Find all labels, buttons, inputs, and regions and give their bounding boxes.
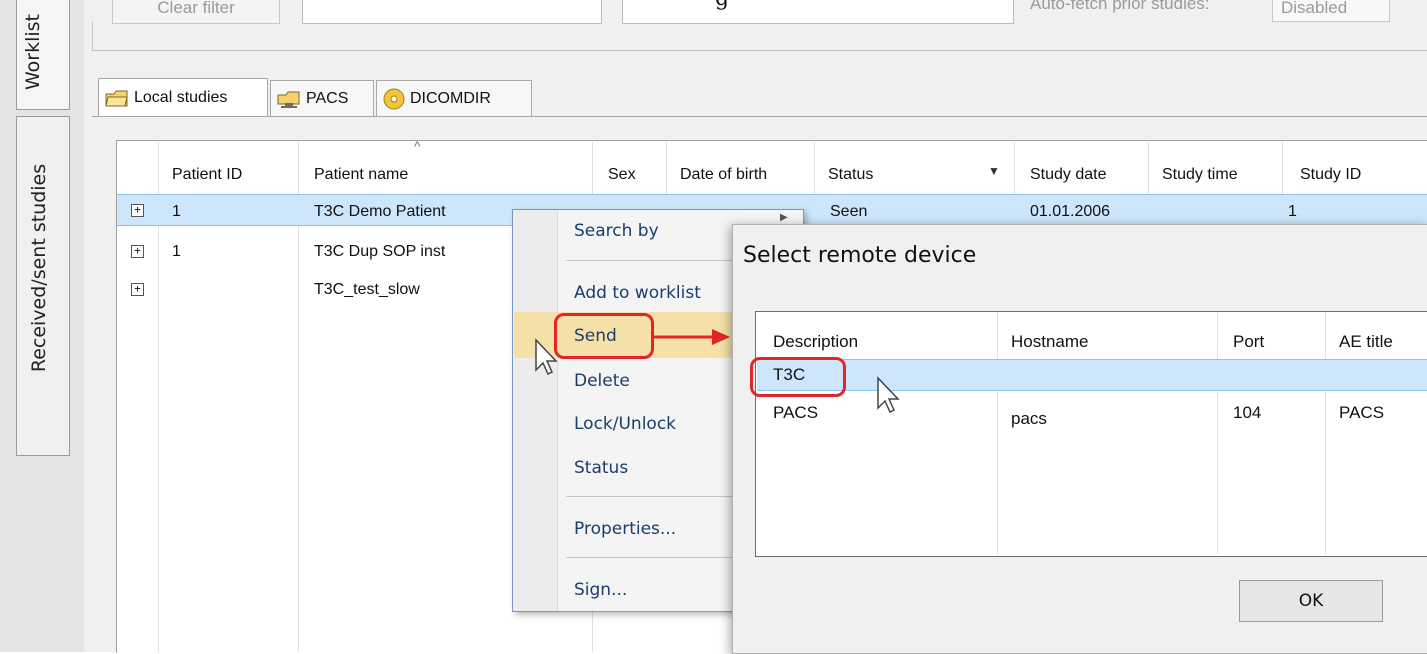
grid-divider: [666, 142, 667, 194]
menu-item-status[interactable]: Status: [574, 458, 628, 478]
grid-divider: [1014, 142, 1015, 194]
cell-hostname: pacs: [1011, 409, 1047, 428]
folder-network-icon: [277, 91, 300, 108]
top-caption-fragment: g: [715, 0, 729, 11]
tab-pacs[interactable]: PACS: [270, 80, 374, 116]
list-divider: [1325, 312, 1326, 554]
send-callout: [554, 313, 654, 359]
folder-local-icon: [105, 90, 128, 106]
tab-strip-baseline: [92, 116, 1427, 117]
expand-icon[interactable]: +: [131, 204, 144, 217]
col-study-id[interactable]: Study ID: [1300, 166, 1361, 184]
tab-received-sent-label: Received/sent studies: [28, 163, 51, 373]
tab-local-studies-label: Local studies: [134, 88, 228, 106]
autofetch-select[interactable]: Disabled: [1272, 0, 1390, 22]
filter-frame: [92, 22, 1427, 51]
col-study-time[interactable]: Study time: [1162, 166, 1238, 184]
tab-dicomdir[interactable]: DICOMDIR: [376, 80, 532, 116]
filter-dropdown-icon[interactable]: ▼: [988, 164, 1000, 178]
cell-patient-name: T3C_test_slow: [314, 281, 420, 298]
filter-input-2[interactable]: [622, 0, 1014, 24]
menu-item-delete[interactable]: Delete: [574, 371, 630, 391]
tab-dicomdir-label: DICOMDIR: [410, 89, 491, 107]
cell-description: PACS: [773, 403, 819, 422]
expand-icon[interactable]: +: [131, 245, 144, 258]
cell-patient-name: T3C Demo Patient: [314, 203, 446, 220]
col-date-of-birth[interactable]: Date of birth: [680, 166, 767, 184]
menu-item-properties[interactable]: Properties...: [574, 519, 676, 539]
expand-icon[interactable]: +: [131, 283, 144, 296]
grid-divider: [814, 142, 815, 194]
menu-item-search-by[interactable]: Search by: [574, 221, 659, 241]
ok-button[interactable]: OK: [1239, 580, 1383, 622]
grid-divider: [1148, 142, 1149, 194]
col-hostname[interactable]: Hostname: [1011, 332, 1088, 352]
tab-pacs-label: PACS: [306, 89, 349, 107]
cell-status: Seen: [830, 203, 868, 220]
mouse-cursor-icon: [535, 338, 558, 376]
tab-received-sent-studies[interactable]: Received/sent studies: [16, 116, 70, 456]
menu-item-lock-unlock[interactable]: Lock/Unlock: [574, 414, 676, 434]
select-remote-device-dialog: Select remote device Description Hostnam…: [732, 224, 1427, 654]
list-divider: [1217, 312, 1218, 554]
grid-divider: [1282, 142, 1283, 194]
cell-patient-id: 1: [172, 243, 181, 260]
dialog-title: Select remote device: [743, 243, 977, 268]
cell-port: 104: [1233, 403, 1262, 422]
autofetch-label: Auto-fetch prior studies:: [1030, 0, 1210, 13]
disc-icon: [383, 88, 405, 109]
col-patient-id[interactable]: Patient ID: [172, 166, 242, 184]
submenu-arrow-icon: ▶: [780, 212, 788, 223]
cell-study-date: 01.01.2006: [1030, 203, 1111, 220]
context-menu-gutter: [513, 210, 558, 611]
cell-ae-title: PACS: [1339, 403, 1385, 422]
clear-filter-button[interactable]: Clear filter: [112, 0, 280, 24]
left-tab-strip: Worklist Received/sent studies: [0, 0, 84, 652]
col-sex[interactable]: Sex: [608, 166, 636, 184]
col-description[interactable]: Description: [773, 332, 858, 352]
filter-input-1[interactable]: [302, 0, 602, 24]
col-port[interactable]: Port: [1233, 332, 1264, 352]
tab-local-studies[interactable]: Local studies: [98, 78, 268, 116]
col-ae-title[interactable]: AE title: [1339, 332, 1393, 352]
cell-patient-name: T3C Dup SOP inst: [314, 243, 446, 260]
menu-item-sign[interactable]: Sign...: [574, 580, 627, 600]
menu-item-add-to-worklist[interactable]: Add to worklist: [574, 283, 701, 303]
mouse-cursor-icon: [877, 376, 900, 414]
col-study-date[interactable]: Study date: [1030, 166, 1107, 184]
cell-patient-id: 1: [172, 203, 181, 220]
tab-worklist[interactable]: Worklist: [16, 0, 70, 110]
list-divider: [997, 312, 998, 554]
tab-worklist-label: Worklist: [22, 13, 45, 91]
col-status[interactable]: Status: [828, 166, 873, 184]
arrow-icon: [652, 329, 730, 345]
device-row-selected[interactable]: [757, 359, 1427, 391]
col-patient-name[interactable]: Patient name: [314, 166, 408, 184]
t3c-callout: [750, 357, 846, 397]
cell-study-id: 1: [1288, 203, 1297, 220]
sort-ascending-icon: ^: [414, 138, 421, 154]
